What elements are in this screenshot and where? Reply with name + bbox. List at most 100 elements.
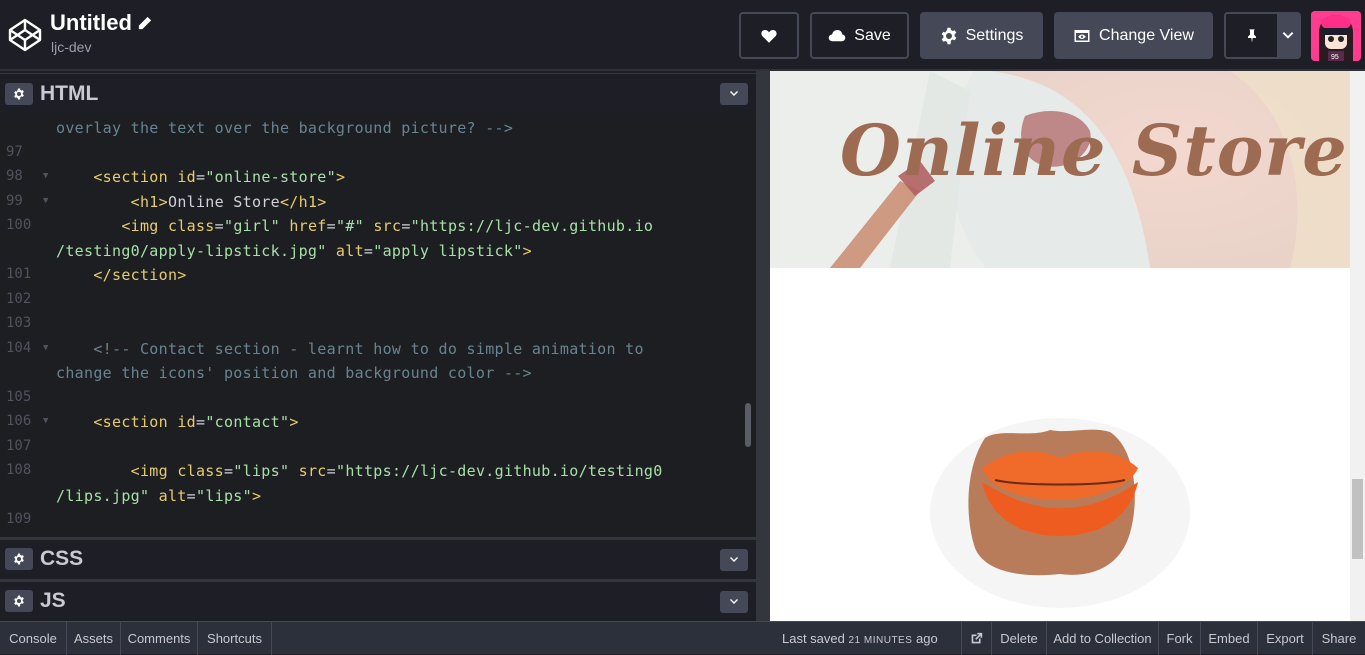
css-panel-title: CSS (40, 546, 84, 570)
user-avatar[interactable]: 95 (1311, 11, 1361, 61)
code-line[interactable]: change the icons' position and backgroun… (0, 364, 756, 388)
codepen-logo-icon[interactable] (8, 18, 42, 52)
css-settings-button[interactable] (5, 547, 33, 570)
export-button[interactable]: Export (1257, 622, 1312, 655)
pen-title-text[interactable]: Untitled (50, 10, 132, 36)
code-line[interactable]: 107 (0, 438, 756, 462)
heart-icon (761, 29, 777, 43)
code-line[interactable]: /testing0/apply-lipstick.jpg" alt="apply… (0, 242, 756, 266)
lips-image (770, 268, 1350, 621)
code-token: alt (149, 486, 187, 505)
code-line[interactable]: /lips.jpg" alt="lips"> (0, 487, 756, 511)
code-token: = (326, 462, 336, 480)
pin-button[interactable] (1226, 14, 1277, 57)
code-token: = (214, 217, 224, 235)
js-panel-header[interactable]: JS (0, 579, 756, 619)
code-line[interactable]: overlay the text over the background pic… (0, 119, 756, 143)
html-settings-button[interactable] (5, 82, 33, 105)
add-to-collection-button[interactable]: Add to Collection (1046, 622, 1158, 655)
pencil-edit-icon[interactable] (138, 16, 152, 30)
code-line[interactable]: 97 (0, 144, 756, 168)
fork-button[interactable]: Fork (1158, 622, 1200, 655)
last-saved-suffix: ago (916, 631, 938, 646)
code-text: <img class="lips" src="https://ljc-dev.g… (56, 462, 663, 480)
change-view-button[interactable]: Change View (1054, 12, 1213, 59)
last-saved-time: 21 MINUTES (848, 635, 913, 646)
line-number: 98 (6, 168, 23, 184)
line-number: 106 (6, 413, 32, 429)
code-line[interactable]: 106 ▼ <section id="contact"> (0, 413, 756, 437)
code-token: "https://ljc-dev.github.io (410, 217, 654, 235)
gear-icon (14, 553, 24, 564)
js-panel-title: JS (40, 588, 66, 612)
gear-icon (14, 88, 24, 99)
resize-divider[interactable] (756, 71, 770, 621)
embed-button[interactable]: Embed (1200, 622, 1257, 655)
preview-scrollbar[interactable] (1350, 71, 1365, 621)
code-line[interactable]: 109 (0, 511, 756, 535)
pin-icon (1247, 28, 1256, 43)
code-token: > (289, 413, 299, 431)
line-number: 105 (6, 388, 32, 405)
line-number: 102 (6, 290, 32, 307)
fold-arrow-icon[interactable]: ▼ (43, 416, 48, 426)
share-button[interactable]: Share (1312, 622, 1365, 655)
code-text: </section> (56, 266, 187, 284)
pin-group (1224, 12, 1301, 59)
hero-image-apply-lipstick: Online Store (770, 71, 1350, 268)
shortcuts-button[interactable]: Shortcuts (198, 622, 272, 655)
code-token: "#" (335, 217, 364, 235)
code-token: = (186, 486, 196, 505)
css-collapse-button[interactable] (720, 549, 748, 571)
line-number: 101 (6, 266, 32, 282)
code-line[interactable]: 100 <img class="girl" href="#" src="http… (0, 217, 756, 241)
pin-dropdown-button[interactable] (1277, 14, 1299, 57)
code-line[interactable]: 105 (0, 389, 756, 413)
code-token: "lips" (233, 462, 290, 480)
code-line[interactable]: 104 ▼ <!-- Contact section - learnt how t… (0, 340, 756, 364)
console-button[interactable]: Console (0, 622, 67, 655)
avatar-image: 95 (1311, 11, 1361, 61)
save-button[interactable]: Save (810, 12, 909, 59)
js-settings-button[interactable] (5, 589, 33, 612)
css-panel-header[interactable]: CSS (0, 537, 756, 577)
code-line[interactable]: 103 (0, 315, 756, 339)
code-token: "online-store" (205, 168, 336, 186)
code-token: = (195, 168, 206, 186)
delete-button[interactable]: Delete (991, 622, 1046, 655)
fold-arrow-icon[interactable]: ▼ (43, 196, 48, 206)
html-code-editor[interactable]: overlay the text over the background pic… (0, 113, 756, 537)
code-line[interactable]: 101 </section> (0, 266, 756, 290)
js-collapse-button[interactable] (720, 591, 748, 613)
code-line[interactable]: 102 (0, 291, 756, 315)
code-token: /lips.jpg" (56, 486, 150, 505)
fold-arrow-icon[interactable]: ▼ (43, 343, 48, 353)
code-token: = (363, 241, 374, 260)
code-line[interactable]: 99 ▼ <h1>Online Store</h1> (0, 193, 756, 217)
code-line[interactable]: 108 <img class="lips" src="https://ljc-d… (0, 462, 756, 486)
line-number: 97 (6, 143, 23, 160)
html-collapse-button[interactable] (720, 83, 748, 105)
code-token: <!-- Contact section - learnt how to do … (56, 339, 644, 358)
editor-scrollbar-thumb[interactable] (745, 403, 751, 447)
username-link[interactable]: ljc-dev (51, 39, 91, 55)
code-token: <h1> (56, 192, 168, 211)
code-text: <section id="contact"> (56, 413, 299, 431)
comments-button[interactable]: Comments (121, 622, 198, 655)
code-token: <img (56, 217, 168, 235)
assets-button[interactable]: Assets (67, 622, 121, 655)
code-token: src (363, 217, 402, 235)
settings-button[interactable]: Settings (920, 12, 1043, 59)
pen-title[interactable]: Untitled (50, 10, 152, 36)
code-token: overlay the text over the background pic… (56, 119, 514, 137)
code-token: Online Store (167, 192, 280, 211)
code-token: class (177, 462, 224, 480)
view-layout-icon (1074, 29, 1090, 42)
fold-arrow-icon[interactable]: ▼ (43, 171, 48, 181)
code-line[interactable]: 98 ▼ <section id="online-store"> (0, 168, 756, 192)
open-external-button[interactable] (961, 622, 991, 655)
preview-scrollbar-thumb[interactable] (1352, 479, 1363, 559)
love-button[interactable] (739, 12, 799, 59)
editor-panels: HTML overlay the text over the backgroun… (0, 73, 756, 621)
code-token: "girl" (223, 217, 280, 235)
